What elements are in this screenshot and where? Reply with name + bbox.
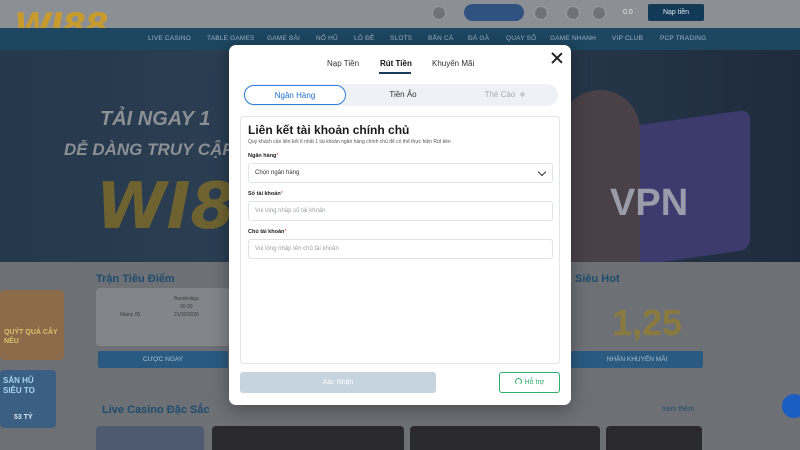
tab-withdraw[interactable]: Rút Tiền [380,59,412,68]
bank-label: Ngân hàng* [248,153,279,159]
chevron-down-icon [537,167,547,177]
support-button[interactable]: Hỗ trợ [499,372,560,393]
account-number-input[interactable]: Vui lòng nhập số tài khoản [248,201,553,221]
bank-label-text: Ngân hàng [248,153,277,159]
bank-link-form: Liên kết tài khoản chính chủ Quý khách c… [240,116,560,364]
withdraw-method-selector: Ngân Hàng Tiền Ảo Thẻ Cào ❄ [243,84,558,106]
bank-select[interactable]: Chọn ngân hàng [248,163,553,183]
method-card[interactable]: Thẻ Cào ❄ [457,84,553,106]
tab-promotions[interactable]: Khuyến Mãi [432,59,474,68]
form-description: Quý khách cần liên kết ít nhất 1 tài kho… [248,139,451,145]
confirm-button[interactable]: Xác Nhận [240,372,436,393]
withdraw-modal: Nạp Tiền Rút Tiền Khuyến Mãi Ngân Hàng T… [229,45,571,405]
account-owner-input[interactable]: Vui lòng nhập tên chủ tài khoản [248,239,553,259]
close-icon[interactable] [550,51,564,65]
form-title: Liên kết tài khoản chính chủ [248,123,410,137]
settings-icon: ❄ [519,92,526,99]
required-mark: * [280,191,283,197]
modal-tab-bar: Nạp Tiền Rút Tiền Khuyến Mãi [229,45,571,75]
account-number-label: Số tài khoản* [248,191,283,197]
account-owner-label: Chủ tài khoản* [248,229,287,235]
method-crypto[interactable]: Tiền Ảo [353,84,453,106]
headset-icon [514,378,522,385]
required-mark: * [284,229,287,235]
method-bank[interactable]: Ngân Hàng [244,85,346,105]
bank-select-value: Chọn ngân hàng [255,170,300,176]
required-mark: * [276,153,279,159]
active-tab-indicator [379,72,411,74]
tab-deposit[interactable]: Nạp Tiền [327,59,359,68]
method-card-label: Thẻ Cào [484,90,516,99]
support-button-label: Hỗ trợ [524,379,545,386]
account-number-label-text: Số tài khoản [248,191,281,197]
account-owner-label-text: Chủ tài khoản [248,229,285,235]
